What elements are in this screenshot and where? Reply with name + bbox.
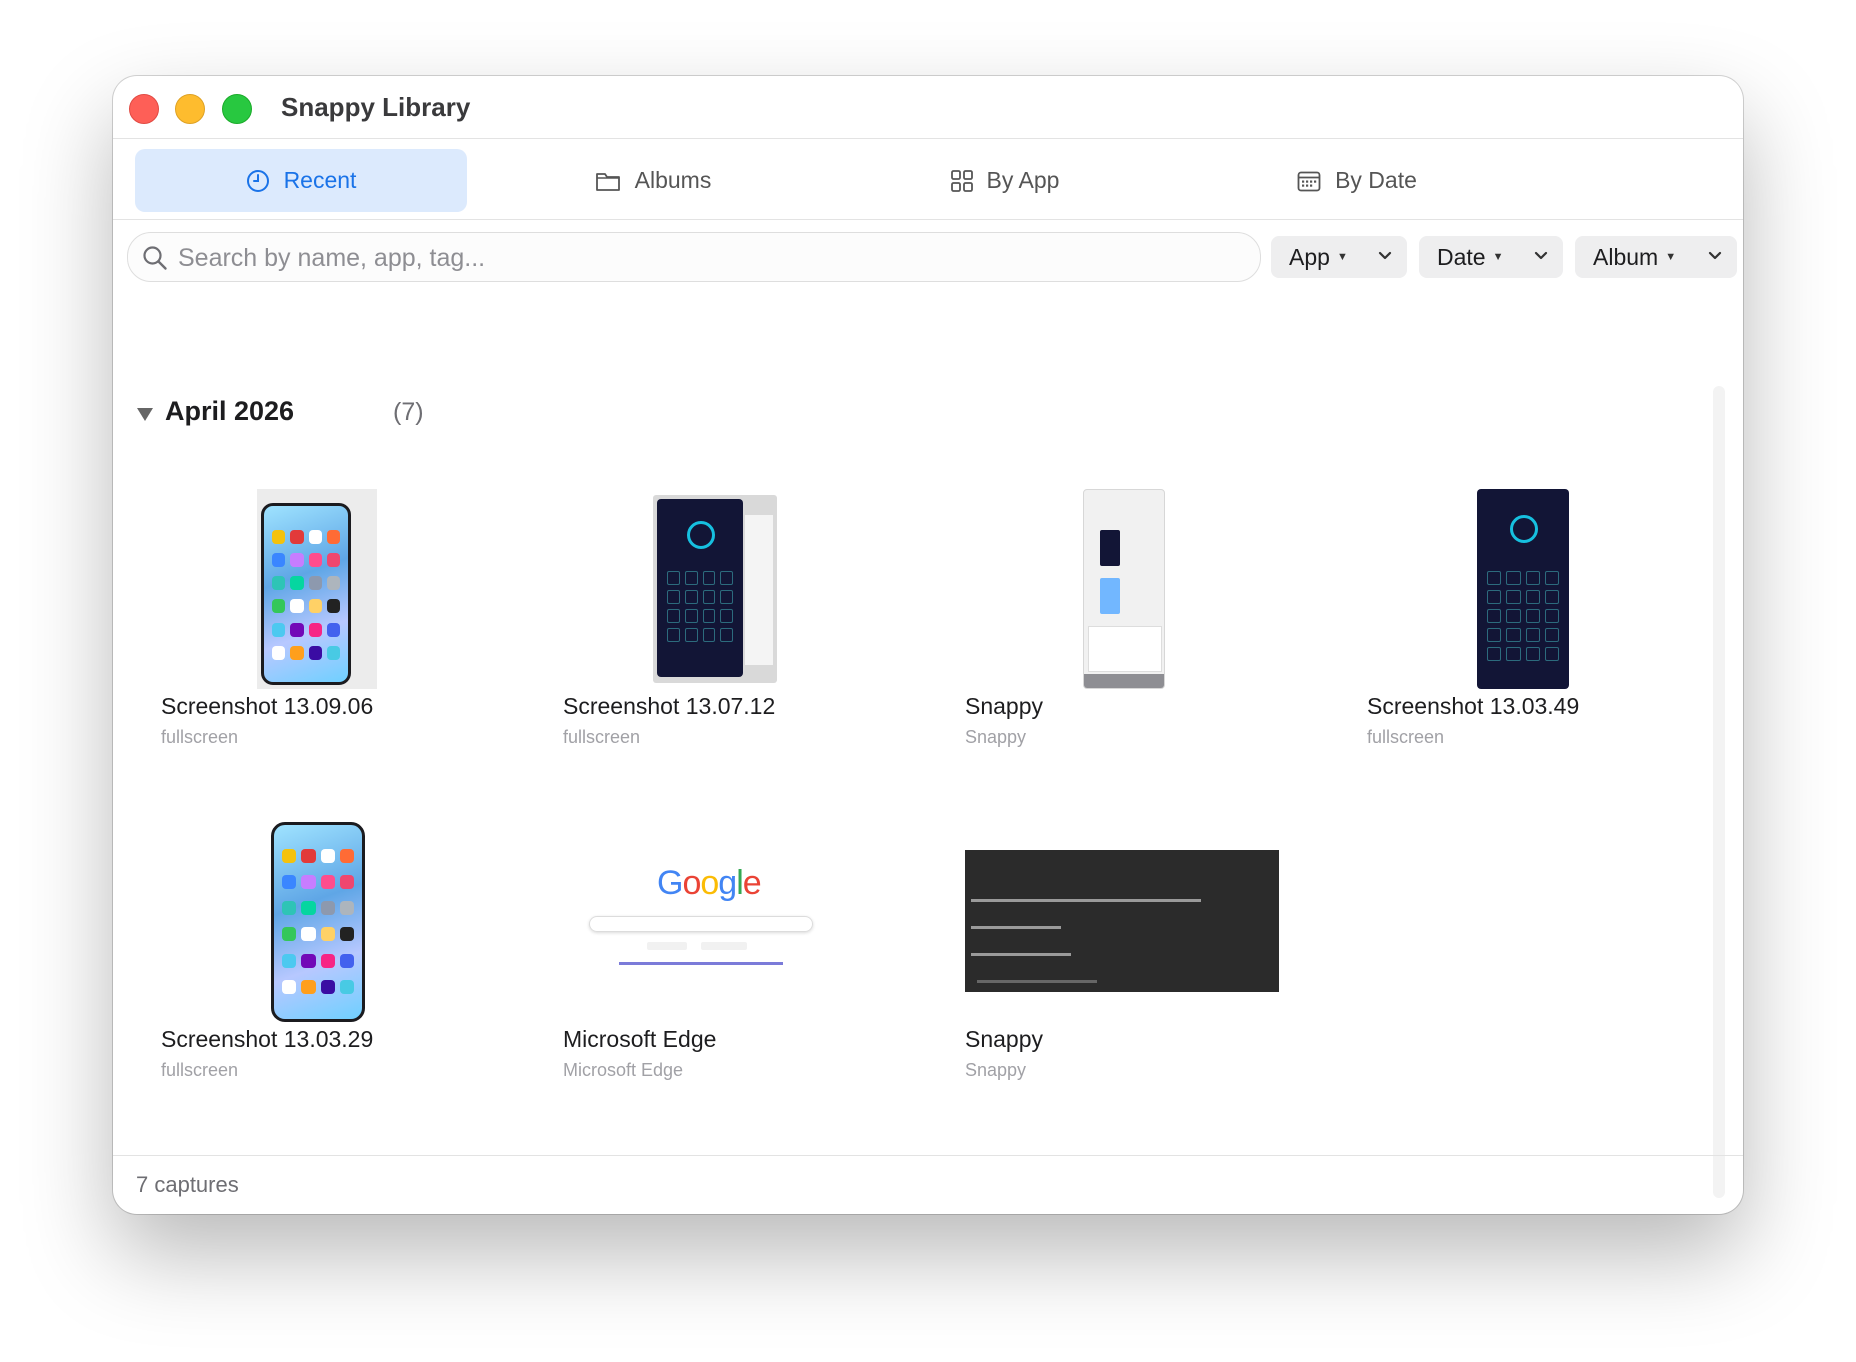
capture-title: Screenshot 13.03.49 [1367, 693, 1580, 719]
capture-title: Screenshot 13.09.06 [161, 693, 374, 719]
mini-footer-preview [1084, 674, 1164, 688]
folder-icon [595, 172, 620, 191]
capture-card[interactable]: Google Microsoft Edge Microsoft Edge [563, 822, 923, 1092]
album-filter-dropdown[interactable]: Album ▼ [1575, 236, 1737, 278]
tab-by-date[interactable]: By Date [1191, 149, 1523, 212]
capture-title: Microsoft Edge [563, 1026, 717, 1052]
timer-ring [1510, 515, 1538, 543]
capture-title: Snappy [965, 693, 1044, 719]
thumbnail-image [1477, 489, 1569, 689]
capture-source: fullscreen [1367, 727, 1445, 747]
capture-source: Snappy [965, 1060, 1027, 1080]
status-bar: 7 captures [113, 1155, 1743, 1214]
caret-down-icon: ▼ [1336, 251, 1348, 263]
search-input[interactable] [176, 233, 1240, 283]
clock-icon [246, 169, 269, 192]
capture-list: April 2026 (7) Screenshot 13.09.06 fulls… [113, 300, 1743, 1198]
tab-albums[interactable]: Albums [487, 149, 819, 212]
zoom-window-button[interactable] [222, 94, 252, 124]
tab-recent-label: Recent [283, 167, 357, 193]
grid-icon [950, 169, 973, 192]
mini-phone-preview [1100, 578, 1120, 614]
keypad-grid [667, 571, 733, 642]
capture-source: Microsoft Edge [563, 1060, 684, 1080]
capture-source: Snappy [965, 727, 1027, 747]
mini-search-button [647, 942, 687, 950]
caret-down-icon: ▼ [1492, 251, 1504, 263]
tab-albums-label: Albums [634, 167, 712, 193]
terminal-line [971, 899, 1201, 902]
capture-count: 7 captures [136, 1172, 239, 1197]
mini-browser-preview [1088, 626, 1162, 672]
capture-thumbnail[interactable] [965, 489, 1325, 689]
capture-thumbnail[interactable] [161, 489, 521, 689]
mini-app-preview [1100, 530, 1120, 566]
app-icon-grid [282, 849, 354, 1001]
app-filter-label: App [1289, 243, 1330, 270]
thumbnail-image [1083, 489, 1165, 689]
chevron-down-icon [1378, 251, 1392, 260]
capture-title: Screenshot 13.03.29 [161, 1026, 374, 1052]
album-filter-label: Album [1593, 243, 1659, 270]
tab-by-app-label: By App [986, 167, 1060, 193]
thumbnail-image [965, 850, 1279, 992]
phone-frame [261, 503, 351, 685]
capture-card[interactable]: Screenshot 13.09.06 fullscreen [161, 489, 521, 759]
keypad-grid [1487, 571, 1559, 661]
terminal-line [977, 980, 1097, 983]
capture-source: fullscreen [161, 1060, 239, 1080]
capture-card[interactable]: Screenshot 13.07.12 fullscreen [563, 489, 923, 759]
disclosure-triangle-icon[interactable] [137, 408, 153, 421]
capture-thumbnail[interactable] [965, 822, 1325, 1022]
capture-source: fullscreen [563, 727, 641, 747]
tab-recent[interactable]: Recent [135, 149, 467, 212]
app-icon-grid [272, 530, 340, 664]
capture-title: Screenshot 13.07.12 [563, 693, 776, 719]
thumbnail-image [257, 489, 377, 689]
search-toolbar: App ▼ Date ▼ Album ▼ [113, 218, 1743, 300]
tab-by-date-label: By Date [1335, 167, 1417, 193]
sidebar-preview [745, 515, 773, 665]
caret-down-icon: ▼ [1665, 251, 1677, 263]
google-logo-icon: Google [657, 864, 762, 902]
mini-search-box [589, 916, 813, 932]
capture-thumbnail[interactable] [563, 489, 923, 689]
chevron-down-icon [1534, 251, 1548, 260]
terminal-line [971, 926, 1061, 929]
section-count: (7) [393, 398, 424, 426]
capture-card[interactable]: Screenshot 13.03.29 fullscreen [161, 822, 521, 1092]
thumbnail-image: Google [583, 858, 817, 978]
tab-bar: Recent Albums By App By Date [113, 138, 1743, 220]
minimize-window-button[interactable] [175, 94, 205, 124]
date-filter-dropdown[interactable]: Date ▼ [1419, 236, 1563, 278]
capture-source: fullscreen [161, 727, 239, 747]
capture-card[interactable]: Snappy Snappy [965, 489, 1325, 759]
app-screen [657, 499, 743, 677]
section-title: April 2026 [165, 396, 295, 426]
date-filter-label: Date [1437, 243, 1486, 270]
search-icon [143, 246, 167, 270]
library-window: Snappy Library Recent Albums By App By D… [113, 76, 1743, 1214]
calendar-icon [1297, 171, 1321, 191]
capture-thumbnail[interactable] [1367, 489, 1727, 689]
title-bar: Snappy Library [113, 76, 1743, 138]
tab-by-app[interactable]: By App [839, 149, 1171, 212]
capture-thumbnail[interactable] [161, 822, 521, 1022]
terminal-line [971, 953, 1071, 956]
capture-title: Snappy [965, 1026, 1044, 1052]
search-field[interactable] [127, 232, 1261, 283]
capture-card[interactable]: Screenshot 13.03.49 fullscreen [1367, 489, 1727, 759]
chevron-down-icon [1708, 251, 1722, 260]
thumbnail-image [653, 495, 777, 683]
timer-ring [687, 521, 715, 549]
mini-link-line [619, 962, 783, 965]
window-title: Snappy Library [281, 92, 471, 122]
capture-card[interactable]: Snappy Snappy [965, 822, 1325, 1092]
mini-lucky-button [701, 942, 747, 950]
thumbnail-image [271, 822, 365, 1022]
capture-thumbnail[interactable]: Google [563, 822, 923, 1022]
app-filter-dropdown[interactable]: App ▼ [1271, 236, 1407, 278]
close-window-button[interactable] [129, 94, 159, 124]
